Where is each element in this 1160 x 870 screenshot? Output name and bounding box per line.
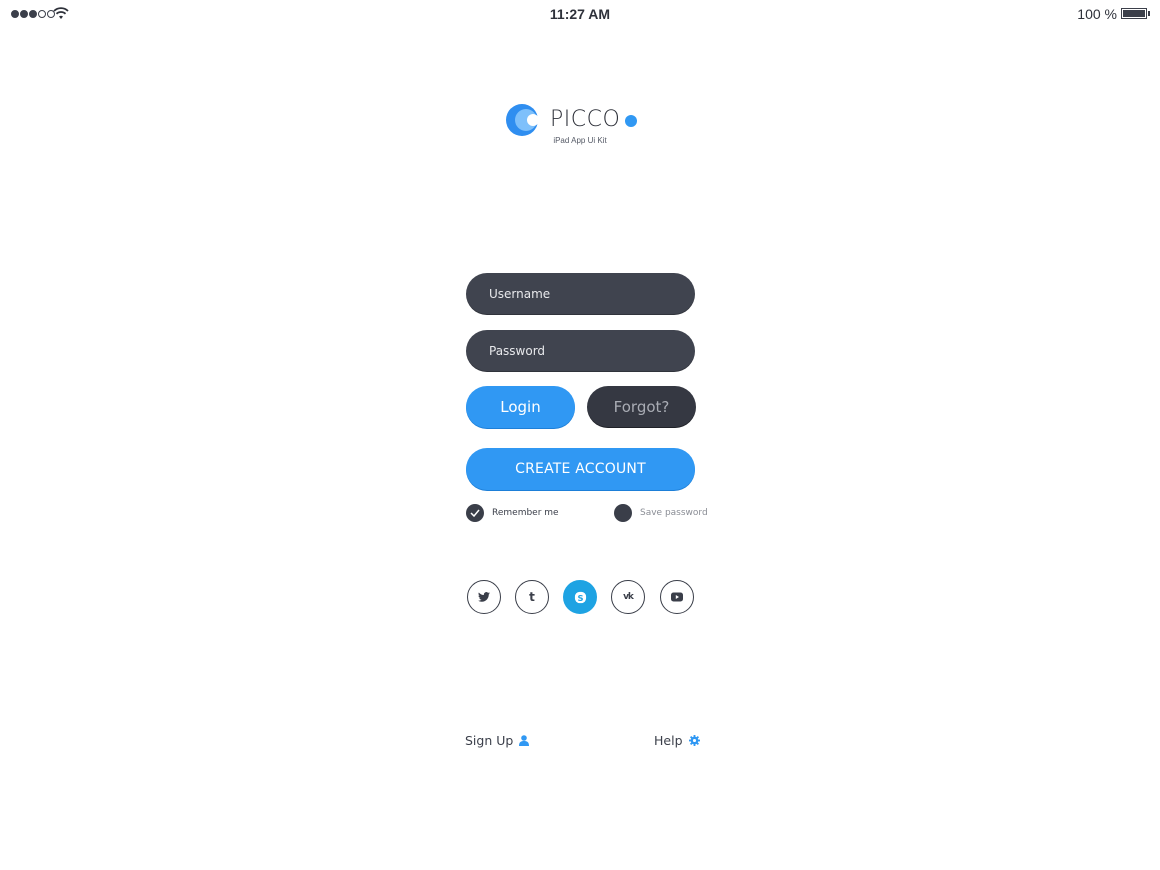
save-password-label: Save password [640, 508, 708, 518]
login-button[interactable]: Login [466, 386, 575, 428]
battery-tip [1148, 11, 1150, 16]
battery-percentage: 100 % [1077, 6, 1117, 22]
tumblr-button[interactable]: t [515, 580, 549, 614]
logo-subtitle: iPad App Ui Kit [553, 136, 607, 145]
checkmark-icon [470, 509, 480, 517]
remember-me-checkbox[interactable] [466, 504, 484, 522]
skype-icon: S [574, 591, 586, 603]
create-account-button[interactable]: CREATE ACCOUNT [466, 448, 695, 490]
sign-up-label: Sign Up [465, 733, 514, 748]
twitter-icon [478, 592, 490, 602]
status-bar: 11:27 AM 100 % [0, 0, 1160, 28]
youtube-button[interactable] [660, 580, 694, 614]
battery-icon [1121, 8, 1147, 19]
twitter-button[interactable] [467, 580, 501, 614]
user-icon [519, 735, 530, 746]
clock: 11:27 AM [549, 6, 611, 22]
vk-button[interactable]: vk [611, 580, 645, 614]
tumblr-icon: t [529, 590, 535, 604]
username-input[interactable] [489, 287, 695, 301]
help-label: Help [654, 733, 683, 748]
username-field[interactable] [466, 273, 695, 315]
vk-icon: vk [623, 592, 634, 602]
sign-up-link[interactable]: Sign Up [465, 733, 530, 748]
logo-dot [625, 115, 637, 127]
forgot-password-button[interactable]: Forgot? [587, 386, 696, 428]
app-logo: PICCO iPad App Ui Kit [505, 102, 655, 148]
skype-button[interactable]: S [563, 580, 597, 614]
password-input[interactable] [489, 344, 695, 358]
logo-moon-icon [506, 104, 538, 136]
remember-me-label: Remember me [492, 508, 559, 518]
help-link[interactable]: Help [654, 733, 700, 748]
svg-text:S: S [577, 592, 583, 602]
save-password-checkbox[interactable] [614, 504, 632, 522]
logo-name: PICCO [550, 107, 621, 132]
password-field[interactable] [466, 330, 695, 372]
battery-fill [1123, 10, 1145, 17]
gear-icon [688, 735, 700, 746]
youtube-icon [671, 592, 683, 602]
